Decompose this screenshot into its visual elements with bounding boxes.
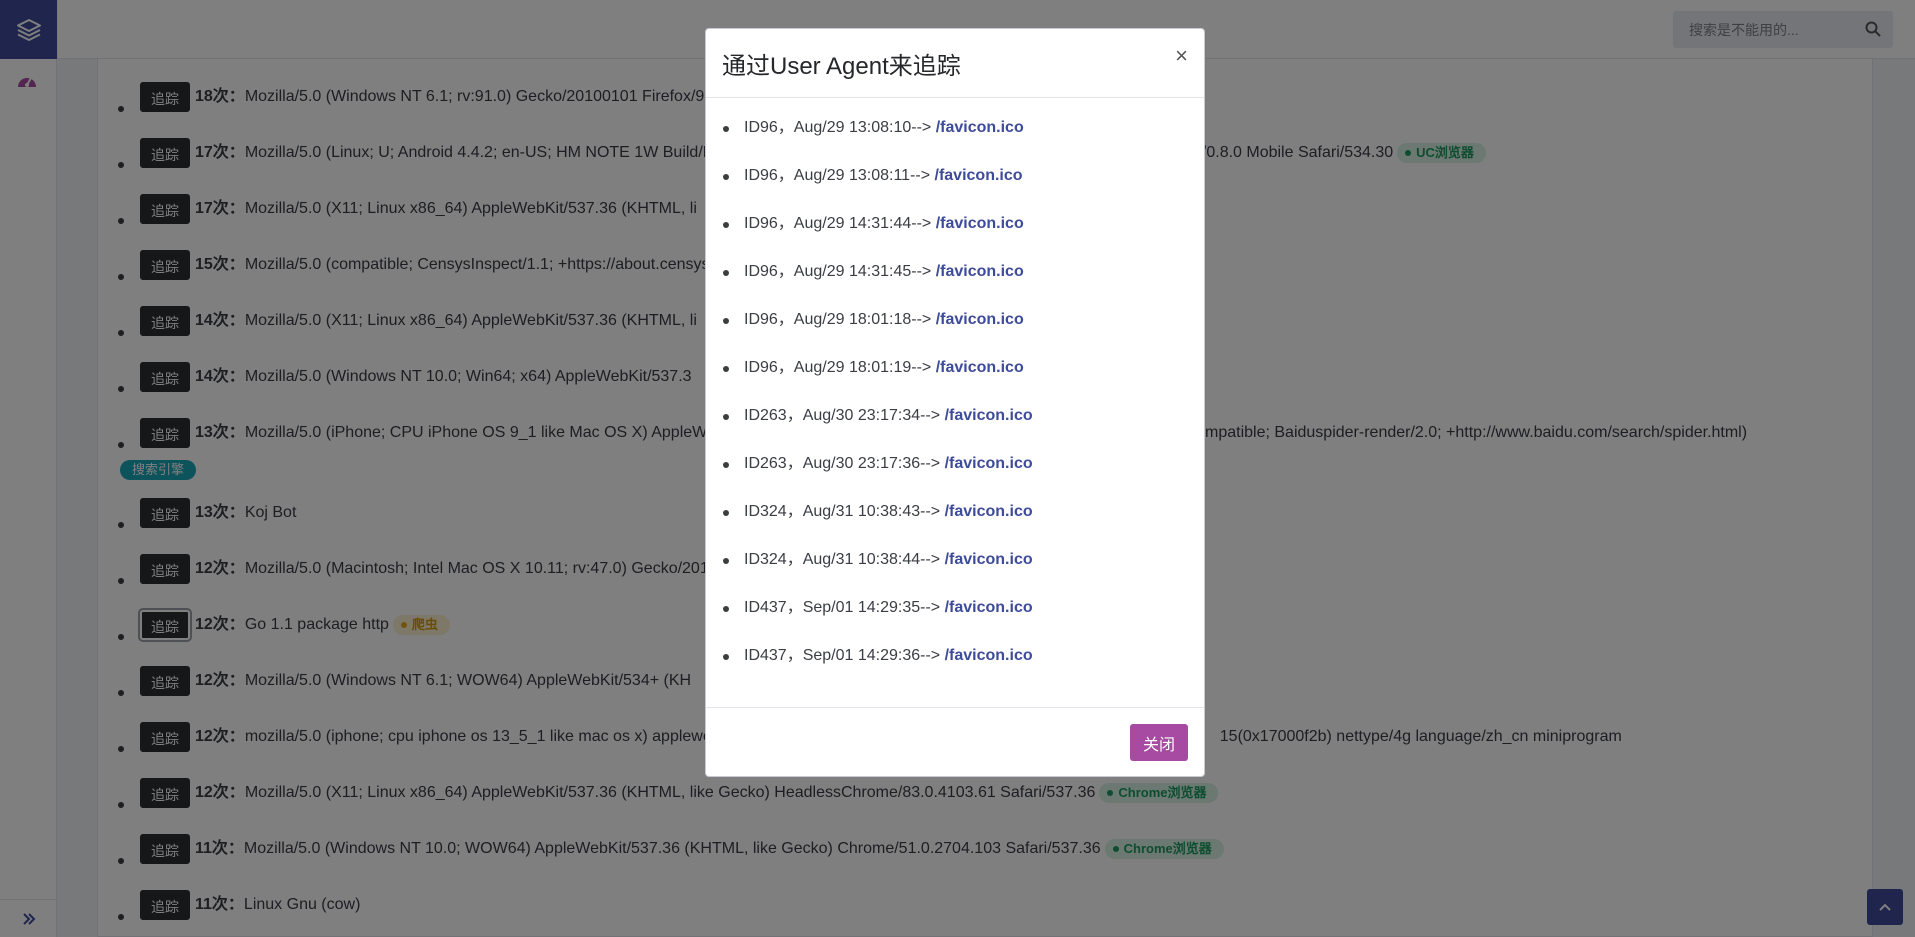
- log-path-link[interactable]: /favicon.ico: [935, 167, 1023, 184]
- log-path-link[interactable]: /favicon.ico: [945, 599, 1033, 616]
- log-entry: ID263，Aug/30 23:17:34--> /favicon.ico: [706, 392, 1204, 440]
- log-text: ID324，Aug/31 10:38:44-->: [744, 551, 945, 568]
- log-text: ID96，Aug/29 14:31:45-->: [744, 263, 936, 280]
- log-entry: ID96，Aug/29 18:01:19--> /favicon.ico: [706, 344, 1204, 392]
- log-entry: ID96，Aug/29 14:31:44--> /favicon.ico: [706, 200, 1204, 248]
- modal-footer: 关闭: [706, 707, 1204, 776]
- log-text: ID437，Sep/01 14:29:35-->: [744, 599, 945, 616]
- log-entry: ID324，Aug/31 10:38:44--> /favicon.ico: [706, 536, 1204, 584]
- track-modal: 通过User Agent来追踪 × ID96，Aug/29 13:08:10--…: [705, 28, 1205, 777]
- log-entry: ID96，Aug/29 14:31:45--> /favicon.ico: [706, 248, 1204, 296]
- close-icon[interactable]: ×: [1175, 43, 1188, 69]
- log-path-link[interactable]: /favicon.ico: [945, 455, 1033, 472]
- close-button[interactable]: 关闭: [1130, 724, 1188, 761]
- log-path-link[interactable]: /favicon.ico: [936, 215, 1024, 232]
- log-entry: ID96，Aug/29 18:01:18--> /favicon.ico: [706, 296, 1204, 344]
- log-path-link[interactable]: /favicon.ico: [945, 647, 1033, 664]
- log-entry: ID437，Sep/01 14:29:35--> /favicon.ico: [706, 584, 1204, 632]
- log-path-link[interactable]: /favicon.ico: [936, 359, 1024, 376]
- access-log-list: ID96，Aug/29 13:08:10--> /favicon.ico ID9…: [706, 104, 1204, 680]
- log-text: ID96，Aug/29 13:08:11-->: [744, 167, 935, 184]
- log-path-link[interactable]: /favicon.ico: [945, 551, 1033, 568]
- log-text: ID96，Aug/29 13:08:10-->: [744, 119, 936, 136]
- log-path-link[interactable]: /favicon.ico: [945, 503, 1033, 520]
- modal-title: 通过User Agent来追踪: [722, 52, 961, 80]
- log-text: ID263，Aug/30 23:17:36-->: [744, 455, 945, 472]
- log-entry: ID96，Aug/29 13:08:10--> /favicon.ico: [706, 104, 1204, 152]
- log-text: ID96，Aug/29 18:01:18-->: [744, 311, 936, 328]
- log-path-link[interactable]: /favicon.ico: [936, 119, 1024, 136]
- log-path-link[interactable]: /favicon.ico: [936, 263, 1024, 280]
- log-path-link[interactable]: /favicon.ico: [945, 407, 1033, 424]
- log-entry: ID96，Aug/29 13:08:11--> /favicon.ico: [706, 152, 1204, 200]
- log-text: ID263，Aug/30 23:17:34-->: [744, 407, 945, 424]
- log-text: ID96，Aug/29 18:01:19-->: [744, 359, 936, 376]
- log-text: ID324，Aug/31 10:38:43-->: [744, 503, 945, 520]
- log-text: ID96，Aug/29 14:31:44-->: [744, 215, 936, 232]
- log-path-link[interactable]: /favicon.ico: [936, 311, 1024, 328]
- log-entry: ID263，Aug/30 23:17:36--> /favicon.ico: [706, 440, 1204, 488]
- log-entry: ID437，Sep/01 14:29:36--> /favicon.ico: [706, 632, 1204, 680]
- modal-header: 通过User Agent来追踪 ×: [706, 29, 1204, 98]
- log-text: ID437，Sep/01 14:29:36-->: [744, 647, 945, 664]
- log-entry: ID324，Aug/31 10:38:43--> /favicon.ico: [706, 488, 1204, 536]
- modal-body: ID96，Aug/29 13:08:10--> /favicon.ico ID9…: [706, 98, 1204, 707]
